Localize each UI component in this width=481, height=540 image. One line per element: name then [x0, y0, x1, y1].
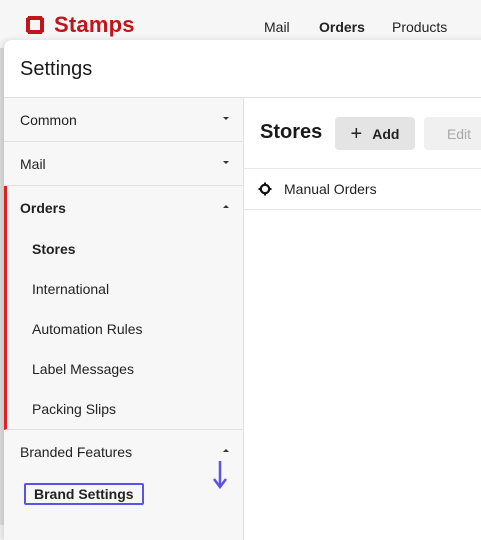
caret-down-icon [223, 117, 229, 120]
section-label: Common [20, 111, 77, 128]
edit-label: Edit [446, 125, 472, 142]
section-label: Orders [20, 199, 66, 216]
sidebar-section-orders: Orders Stores International Automation R… [4, 186, 243, 430]
stores-title: Stores [260, 121, 323, 143]
brand[interactable]: Stamps [24, 12, 135, 38]
modal-header: Settings [4, 40, 481, 98]
sidebar-section-header-orders[interactable]: Orders [7, 186, 243, 229]
plus-icon: + [350, 122, 363, 145]
stamps-logo-icon [24, 14, 46, 36]
annotation-arrow-icon [213, 461, 227, 490]
caret-up-icon [223, 205, 229, 208]
store-row[interactable]: Manual Orders [244, 168, 481, 210]
brand-name: Stamps [54, 12, 135, 37]
sidebar-item-automation-rules[interactable]: Automation Rules [7, 309, 243, 349]
gear-icon [258, 182, 272, 196]
section-label: Mail [20, 155, 46, 172]
caret-up-icon [223, 449, 229, 452]
nav-mail[interactable]: Mail [264, 19, 290, 35]
sidebar-item-brand-settings[interactable]: Brand Settings [24, 483, 144, 505]
store-name: Manual Orders [284, 181, 377, 197]
settings-sidebar: Common Mail Orders Stores International … [4, 98, 244, 540]
add-label: Add [372, 125, 400, 142]
settings-modal: Settings Common Mail Orders Stores Inter… [4, 40, 481, 540]
sidebar-section-mail: Mail [4, 142, 243, 186]
section-label: Branded Features [20, 444, 133, 460]
sidebar-section-branded-features: Branded Features [4, 430, 243, 474]
sidebar-section-header-mail[interactable]: Mail [4, 142, 243, 185]
stores-panel-header: Stores + Add Edit [244, 98, 481, 168]
sidebar-item-label-messages[interactable]: Label Messages [7, 349, 243, 389]
caret-down-icon [223, 161, 229, 164]
nav-orders[interactable]: Orders [319, 19, 365, 35]
edit-store-button[interactable]: Edit [424, 117, 481, 150]
sidebar-item-packing-slips[interactable]: Packing Slips [7, 389, 243, 429]
sidebar-section-header-common[interactable]: Common [4, 98, 243, 141]
sidebar-section-header-branded-features[interactable]: Branded Features [4, 430, 243, 474]
modal-title: Settings [20, 58, 93, 80]
nav-products[interactable]: Products [392, 19, 447, 35]
sidebar-section-common: Common [4, 98, 243, 142]
add-store-button[interactable]: + Add [335, 117, 415, 150]
sidebar-item-international[interactable]: International [7, 269, 243, 309]
sidebar-item-stores[interactable]: Stores [7, 229, 243, 269]
stores-panel: Stores + Add Edit Manual Orders [244, 98, 481, 540]
